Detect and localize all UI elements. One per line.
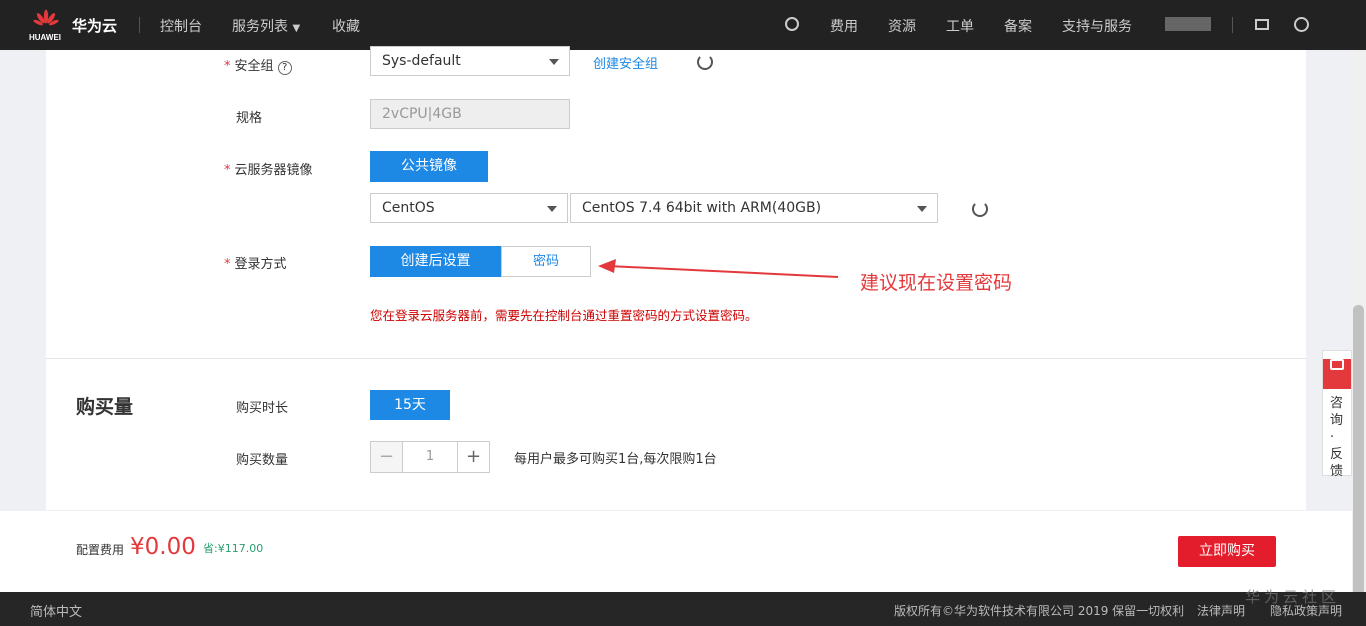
- divider: [1232, 17, 1233, 33]
- scrollbar[interactable]: [1352, 50, 1366, 610]
- annotation-text: 建议现在设置密码: [860, 272, 1013, 294]
- annotation-arrow: [598, 259, 839, 278]
- nav-fees[interactable]: 费用: [830, 16, 858, 36]
- scrollbar-thumb[interactable]: [1353, 305, 1364, 610]
- login-set-later-option[interactable]: 创建后设置: [370, 246, 501, 277]
- chat-icon: [1323, 359, 1351, 389]
- config-form: * 安全组 ? Sys-default 创建安全组 规格 2vCPU|4GB * 云…: [46, 46, 1306, 510]
- bottom-bar: 配置费用 ¥0.00 省:¥117.00 立即购买: [0, 511, 1352, 592]
- caret-down-icon: ▼: [292, 23, 301, 34]
- chevron-down-icon: [547, 206, 557, 212]
- huawei-logo[interactable]: [33, 8, 59, 32]
- spec-label: 规格: [236, 111, 263, 126]
- top-nav: HUAWEI 华为云 控制台 服务列表 ▼ 收藏 费用 资源 工单 备案 支持与…: [0, 0, 1366, 50]
- quantity-note: 每用户最多可购买1台,每次限购1台: [514, 452, 717, 467]
- nav-resources[interactable]: 资源: [888, 16, 916, 36]
- refresh-icon[interactable]: [972, 201, 988, 217]
- watermark: 华为云社区: [1245, 588, 1341, 606]
- search-icon[interactable]: [785, 17, 799, 31]
- mail-icon[interactable]: [1255, 19, 1269, 30]
- nav-tickets[interactable]: 工单: [946, 16, 974, 36]
- create-security-group-link[interactable]: 创建安全组: [593, 53, 658, 72]
- login-password-option[interactable]: 密码: [501, 246, 591, 277]
- nav-service-list[interactable]: 服务列表 ▼: [232, 16, 300, 36]
- nav-favorites[interactable]: 收藏: [332, 16, 360, 36]
- feedback-widget[interactable]: 咨询·反馈: [1322, 350, 1352, 479]
- feedback-label: 咨询·反馈: [1330, 396, 1344, 479]
- user-avatar[interactable]: [1165, 17, 1211, 31]
- nav-label: 服务列表: [232, 19, 288, 35]
- chevron-down-icon: [917, 206, 927, 212]
- security-group-select[interactable]: Sys-default: [370, 46, 570, 76]
- duration-15-days[interactable]: 15天: [370, 390, 450, 420]
- nav-console[interactable]: 控制台: [160, 16, 202, 36]
- nav-support[interactable]: 支持与服务: [1062, 16, 1132, 36]
- quantity-input[interactable]: 1: [403, 442, 457, 472]
- quantity-label: 购买数量: [236, 453, 289, 468]
- chevron-down-icon: [549, 59, 559, 65]
- refresh-icon[interactable]: [697, 54, 713, 70]
- buy-now-button[interactable]: 立即购买: [1178, 536, 1276, 567]
- divider: [139, 17, 140, 33]
- minus-icon[interactable]: −: [371, 442, 403, 472]
- legal-link[interactable]: 法律声明: [1197, 602, 1245, 619]
- language-switch[interactable]: 简体中文: [30, 601, 82, 620]
- price: ¥0.00: [130, 534, 196, 560]
- brand-name: 华为云: [72, 17, 118, 35]
- divider: [46, 358, 1306, 359]
- plus-icon[interactable]: +: [457, 442, 489, 472]
- image-label: * 云服务器镜像: [224, 163, 313, 178]
- nav-filing[interactable]: 备案: [1004, 16, 1032, 36]
- spec-field: 2vCPU|4GB: [370, 99, 570, 129]
- public-image-tab[interactable]: 公共镜像: [370, 151, 488, 182]
- clock-icon[interactable]: [1294, 17, 1309, 32]
- os-select[interactable]: CentOS: [370, 193, 568, 223]
- login-label: * 登录方式: [224, 257, 287, 272]
- quantity-stepper[interactable]: − 1 +: [370, 441, 490, 473]
- login-warning: 您在登录云服务器前，需要先在控制台通过重置密码的方式设置密码。: [370, 308, 758, 323]
- purchase-section-title: 购买量: [76, 396, 134, 418]
- duration-label: 购买时长: [236, 401, 289, 416]
- security-group-label: * 安全组 ?: [224, 55, 292, 75]
- footer: 简体中文 版权所有©华为软件技术有限公司 2019 保留一切权利 法律声明 隐私…: [0, 588, 1366, 626]
- os-version-select[interactable]: CentOS 7.4 64bit with ARM(40GB): [570, 193, 938, 223]
- copyright: 版权所有©华为软件技术有限公司 2019 保留一切权利: [894, 604, 1185, 618]
- help-icon: ?: [277, 61, 292, 75]
- savings: 省:¥117.00: [203, 542, 264, 555]
- logo-text: HUAWEI: [29, 33, 61, 42]
- fee-label: 配置费用: [76, 543, 125, 557]
